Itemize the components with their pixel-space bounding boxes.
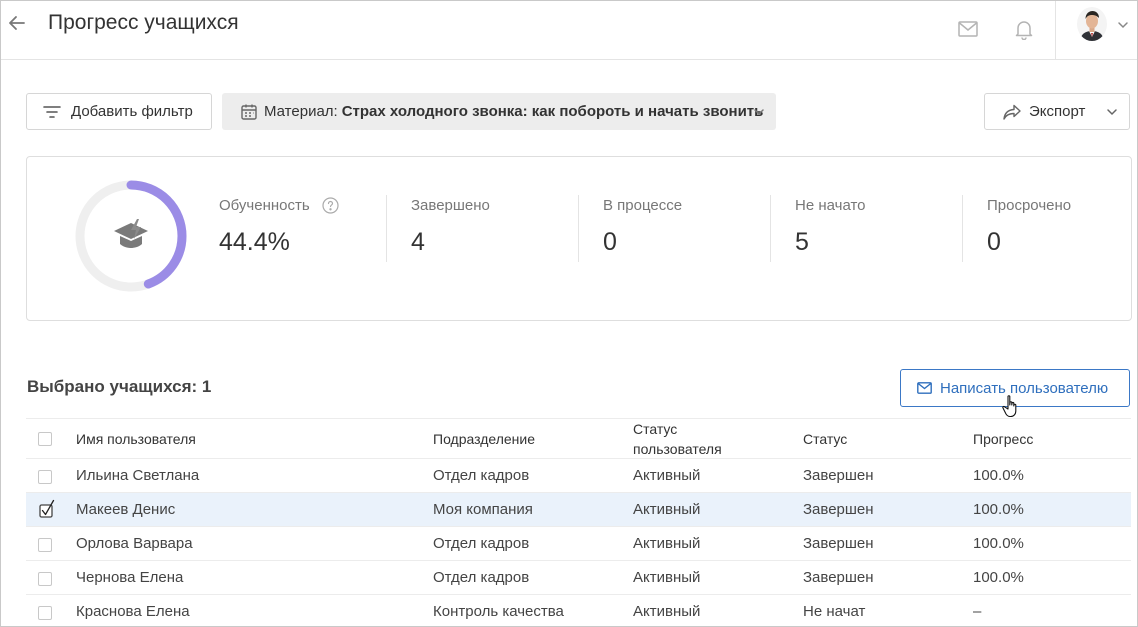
material-selector[interactable]: Материал: Страх холодного звонка: как по… (222, 93, 776, 130)
selected-count: Выбрано учащихся: 1 (27, 377, 212, 396)
chevron-down-icon (754, 109, 764, 116)
header-divider (1055, 1, 1056, 59)
column-header-status[interactable]: Статус (803, 419, 847, 458)
cell-status: Завершен (803, 535, 874, 552)
cell-dept: Отдел кадров (433, 569, 530, 586)
table-header: Имя пользователя Подразделение Статус по… (26, 418, 1131, 458)
cell-name: Орлова Варвара (76, 535, 193, 552)
stats-card: Обученность 44.4% Завершено 4 В процессе… (26, 156, 1132, 321)
stat-in-progress: В процессе 0 (603, 195, 682, 257)
cell-dept: Отдел кадров (433, 467, 530, 484)
table-row[interactable]: Макеев Денис Моя компания Активный Завер… (26, 492, 1131, 526)
cell-user-status: Активный (633, 535, 701, 552)
graduation-cap-icon (114, 219, 148, 248)
stat-value: 0 (603, 228, 617, 256)
cell-status: Не начат (803, 603, 866, 620)
stat-divider (962, 195, 963, 262)
calendar-icon (241, 104, 257, 120)
chevron-down-icon[interactable] (1116, 18, 1130, 32)
cell-status: Завершен (803, 501, 874, 518)
stat-label: Обученность (219, 196, 310, 214)
stat-value: 0 (987, 228, 1001, 256)
cell-user-status: Активный (633, 603, 701, 620)
checkmark-icon[interactable] (38, 499, 56, 519)
table-row[interactable]: Орлова Варвара Отдел кадров Активный Зав… (26, 526, 1131, 560)
table-row[interactable]: Чернова Елена Отдел кадров Активный Заве… (26, 560, 1131, 594)
cell-progress: 100.0% (973, 535, 1024, 552)
cell-progress: 100.0% (973, 467, 1024, 484)
material-label: Материал: (264, 103, 338, 120)
app-window: Прогресс учащихся Добавить фильтр Матери… (0, 0, 1138, 627)
cell-name: Ильина Светлана (76, 467, 200, 484)
chevron-down-icon (1107, 109, 1117, 116)
cell-user-status: Активный (633, 569, 701, 586)
stat-not-started: Не начато 5 (795, 195, 866, 257)
table-row[interactable]: Ильина Светлана Отдел кадров Активный За… (26, 458, 1131, 492)
stat-label: В процессе (603, 196, 683, 214)
cell-dept: Контроль качества (433, 603, 564, 620)
avatar[interactable] (1077, 7, 1107, 41)
column-header-dept[interactable]: Подразделение (433, 419, 535, 458)
stat-divider (386, 195, 387, 262)
stat-label: Не начато (795, 196, 866, 214)
mail-icon[interactable] (957, 18, 979, 40)
row-checkbox[interactable] (38, 538, 52, 552)
bell-icon[interactable] (1013, 18, 1035, 40)
cell-status: Завершен (803, 569, 874, 586)
select-all-checkbox[interactable] (38, 432, 52, 446)
share-arrow-icon (1003, 104, 1021, 120)
row-checkbox[interactable] (38, 470, 52, 484)
stat-label: Завершено (411, 196, 490, 214)
cell-user-status: Активный (633, 467, 701, 484)
stat-overdue: Просрочено 0 (987, 195, 1071, 257)
add-filter-button[interactable]: Добавить фильтр (26, 93, 212, 130)
export-button[interactable]: Экспорт (984, 93, 1130, 130)
progress-donut (75, 180, 187, 292)
filter-icon (43, 105, 61, 118)
top-header: Прогресс учащихся (1, 1, 1137, 60)
stat-label: Просрочено (987, 196, 1072, 214)
stat-training: Обученность 44.4% (219, 195, 339, 257)
help-icon[interactable] (322, 196, 339, 214)
cell-progress: – (973, 603, 982, 620)
back-arrow-icon[interactable] (6, 12, 28, 34)
cell-progress: 100.0% (973, 569, 1024, 586)
cell-dept: Моя компания (433, 501, 533, 518)
material-value: Страх холодного звонка: как побороть и н… (341, 103, 764, 120)
cell-name: Краснова Елена (76, 603, 190, 620)
stat-completed: Завершено 4 (411, 195, 490, 257)
stat-value: 5 (795, 228, 809, 256)
row-checkbox[interactable] (38, 572, 52, 586)
page-title: Прогресс учащихся (48, 11, 239, 34)
column-header-name[interactable]: Имя пользователя (76, 419, 196, 458)
row-checkbox[interactable] (38, 606, 52, 620)
stat-value: 44.4% (219, 228, 290, 256)
stat-divider (578, 195, 579, 262)
cell-status: Завершен (803, 467, 874, 484)
add-filter-label: Добавить фильтр (71, 103, 193, 120)
students-table: Имя пользователя Подразделение Статус по… (26, 418, 1131, 626)
cell-progress: 100.0% (973, 501, 1024, 518)
column-header-progress[interactable]: Прогресс (973, 419, 1033, 458)
stat-divider (770, 195, 771, 262)
write-to-user-label: Написать пользователю (940, 379, 1109, 397)
cell-dept: Отдел кадров (433, 535, 530, 552)
cell-name: Чернова Елена (76, 569, 184, 586)
cell-user-status: Активный (633, 501, 701, 518)
hand-cursor-icon (1002, 395, 1017, 418)
export-label: Экспорт (1029, 103, 1086, 120)
column-header-user-status[interactable]: Статус пользователя (633, 419, 743, 458)
mail-icon (917, 382, 932, 394)
stat-value: 4 (411, 228, 425, 256)
table-row[interactable]: Краснова Елена Контроль качества Активны… (26, 594, 1131, 626)
cell-name: Макеев Денис (76, 501, 176, 518)
